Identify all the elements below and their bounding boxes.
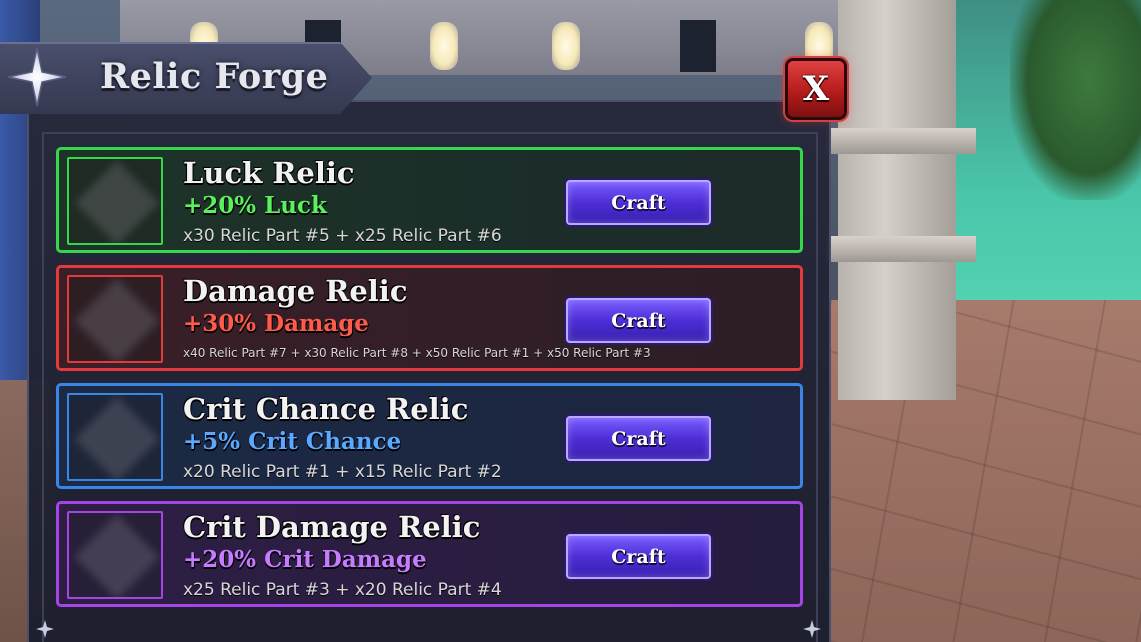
wall-window [680, 20, 716, 72]
relic-name: Damage Relic [183, 274, 408, 308]
pillar-ledge [826, 236, 976, 262]
relic-row-luck: Luck Relic +20% Luck x30 Relic Part #5 +… [56, 147, 803, 253]
relic-name: Crit Chance Relic [183, 392, 469, 426]
relic-row-crit-chance: Crit Chance Relic +5% Crit Chance x20 Re… [56, 383, 803, 489]
relic-name: Luck Relic [183, 156, 355, 190]
sparkle-star-icon [7, 47, 67, 107]
corner-sparkle-icon [803, 620, 821, 638]
craft-button-luck[interactable]: Craft [566, 180, 711, 225]
wall-lamp [552, 22, 580, 70]
wall-lamp [430, 22, 458, 70]
relic-name: Crit Damage Relic [183, 510, 481, 544]
tree [1010, 0, 1141, 200]
relic-cost: x30 Relic Part #5 + x25 Relic Part #6 [183, 226, 502, 246]
craft-button-crit-damage[interactable]: Craft [566, 534, 711, 579]
relic-bonus: +5% Crit Chance [183, 428, 402, 455]
stone-pillar [838, 0, 956, 400]
craft-button-crit-chance[interactable]: Craft [566, 416, 711, 461]
craft-button-damage[interactable]: Craft [566, 298, 711, 343]
relic-thumbnail [67, 511, 163, 599]
close-icon: X [802, 69, 830, 109]
close-button[interactable]: X [785, 58, 847, 120]
relic-cost: x20 Relic Part #1 + x15 Relic Part #2 [183, 462, 502, 482]
relic-row-crit-damage: Crit Damage Relic +20% Crit Damage x25 R… [56, 501, 803, 607]
corner-sparkle-icon [36, 620, 54, 638]
relic-cost: x40 Relic Part #7 + x30 Relic Part #8 + … [183, 346, 651, 360]
relic-row-damage: Damage Relic +30% Damage x40 Relic Part … [56, 265, 803, 371]
relic-thumbnail [67, 275, 163, 363]
relic-cost: x25 Relic Part #3 + x20 Relic Part #4 [183, 580, 502, 600]
relic-bonus: +20% Crit Damage [183, 546, 427, 573]
relic-thumbnail [67, 393, 163, 481]
panel-title: Relic Forge [100, 56, 329, 97]
relic-bonus: +20% Luck [183, 192, 327, 219]
relic-bonus: +30% Damage [183, 310, 369, 337]
pillar-ledge [826, 128, 976, 154]
relic-thumbnail [67, 157, 163, 245]
